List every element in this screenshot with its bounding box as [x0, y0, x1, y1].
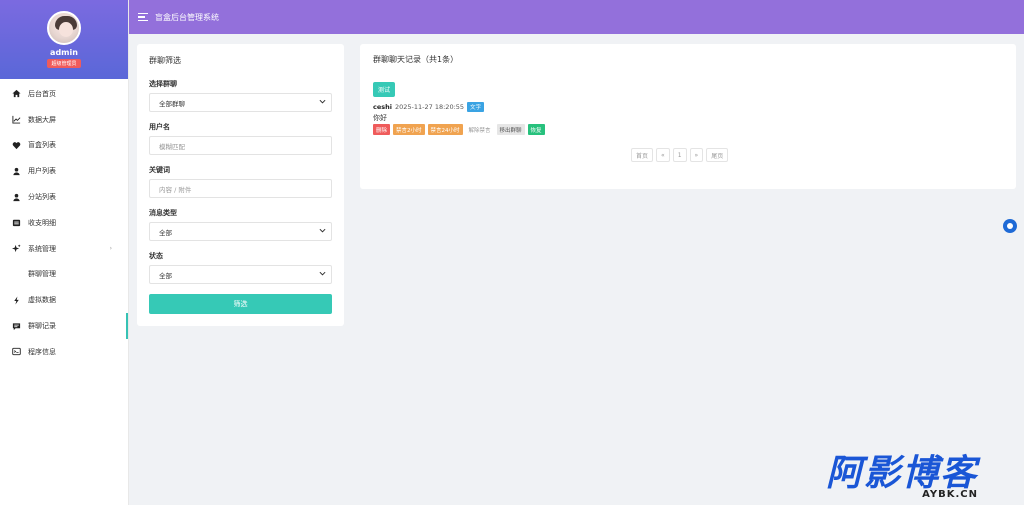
- remove-from-group-button[interactable]: 移出群聊: [496, 124, 525, 135]
- app-title: 盲盒后台管理系统: [155, 12, 219, 22]
- menu-toggle-icon[interactable]: [138, 13, 148, 21]
- keyword-label: 关键词: [149, 166, 170, 174]
- profile-username: admin: [50, 48, 78, 57]
- sidebar-item-label: 程序信息: [28, 347, 56, 356]
- bolt-icon: [11, 295, 21, 305]
- sidebar-item-label: 虚拟数据: [28, 296, 56, 305]
- keyword-placeholder: 内容 / 附件: [159, 185, 192, 194]
- mute-24h-button[interactable]: 禁言24小时: [427, 124, 463, 135]
- message-actions: 删除 禁言2小时 禁言24小时 解除禁言 移出群聊 恢复: [373, 124, 545, 135]
- records-title: 群聊聊天记录（共1条）: [373, 55, 459, 64]
- filter-panel: 群聊筛选 选择群聊 全部群聊 用户名 模糊匹配 关键词 内容 / 附件 消息类型…: [137, 44, 344, 326]
- sidebar-item-label: 后台首页: [28, 89, 56, 98]
- sidebar-item-finance[interactable]: 收支明细: [0, 210, 128, 236]
- terminal-icon: [11, 347, 21, 357]
- profile-card: admin 超级管理员: [0, 0, 128, 79]
- chat-icon: [11, 321, 21, 331]
- floating-chat-icon[interactable]: [1003, 219, 1017, 233]
- pager-next[interactable]: »: [689, 148, 704, 162]
- username-label: 用户名: [149, 123, 170, 131]
- status-select[interactable]: 全部: [149, 265, 332, 284]
- chevron-down-icon: [319, 228, 326, 235]
- sidebar-item-label: 盲盒列表: [28, 141, 56, 150]
- home-icon: [11, 89, 21, 99]
- message-sender: ceshi: [373, 103, 392, 111]
- message-type-value: 全部: [159, 228, 172, 237]
- message-meta: ceshi 2025-11-27 18:20:55 文字: [373, 102, 485, 112]
- user-icon: [11, 192, 21, 202]
- sidebar-item-label: 用户列表: [28, 167, 56, 176]
- username-placeholder: 模糊匹配: [159, 142, 185, 151]
- sidebar-item-label: 数据大屏: [28, 115, 56, 124]
- sidebar-item-substations[interactable]: 分站列表: [0, 184, 128, 210]
- unmute-button[interactable]: 解除禁言: [466, 124, 494, 135]
- records-panel: 群聊聊天记录（共1条）: [360, 44, 1016, 189]
- chevron-down-icon: [319, 271, 326, 278]
- user-icon: [11, 166, 21, 176]
- sidebar-item-virtual-data[interactable]: 虚拟数据: [0, 287, 128, 313]
- watermark-main: 阿影博客: [826, 453, 979, 494]
- sidebar-item-label: 收支明细: [28, 218, 56, 227]
- message-type-badge: 文字: [467, 102, 485, 112]
- group-select-value: 全部群聊: [159, 99, 185, 108]
- sidebar-item-dashboard[interactable]: 数据大屏: [0, 107, 128, 133]
- sidebar-item-label: 群聊记录: [28, 322, 56, 331]
- restore-button[interactable]: 恢复: [527, 124, 545, 135]
- heart-icon: [11, 140, 21, 150]
- sidebar-menu: 后台首页 数据大屏 盲盒列表 用户列表 分站列表 收支明细 系统管理 › 群聊管…: [0, 81, 128, 365]
- filter-panel-title: 群聊筛选: [149, 56, 181, 65]
- role-badge: 超级管理员: [47, 59, 81, 68]
- pager-prev[interactable]: «: [656, 148, 670, 162]
- message-time: 2025-11-27 18:20:55: [395, 103, 465, 111]
- pagination: 首页 « 1 » 尾页: [631, 148, 729, 162]
- wallet-icon: [11, 218, 21, 228]
- group-tag[interactable]: 测试: [373, 82, 396, 97]
- chevron-down-icon: ›: [109, 245, 112, 253]
- sidebar-item-home[interactable]: 后台首页: [0, 81, 128, 107]
- sidebar-item-label: 群聊管理: [28, 270, 56, 279]
- keyword-input[interactable]: 内容 / 附件: [149, 179, 332, 198]
- status-label: 状态: [149, 252, 163, 260]
- sidebar-item-blindbox[interactable]: 盲盒列表: [0, 133, 128, 159]
- pager-page[interactable]: 1: [672, 148, 687, 162]
- pager-last[interactable]: 尾页: [706, 148, 729, 162]
- watermark-sub: AYBK.CN: [922, 489, 979, 500]
- sidebar-item-group-manage[interactable]: 群聊管理: [0, 262, 128, 288]
- message-type-select[interactable]: 全部: [149, 222, 332, 241]
- sidebar-item-chat-records[interactable]: 群聊记录: [0, 313, 128, 339]
- message-type-label: 消息类型: [149, 209, 177, 217]
- delete-button[interactable]: 删除: [373, 124, 391, 135]
- sidebar-item-label: 分站列表: [28, 193, 56, 202]
- status-value: 全部: [159, 271, 172, 280]
- mute-2h-button[interactable]: 禁言2小时: [393, 124, 425, 135]
- sidebar-item-label: 系统管理: [28, 244, 56, 253]
- group-select-label: 选择群聊: [149, 80, 177, 88]
- pager-first[interactable]: 首页: [631, 148, 654, 162]
- sidebar: admin 超级管理员 后台首页 数据大屏 盲盒列表 用户列表 分站列表 收支明…: [0, 0, 129, 505]
- topbar: 盲盒后台管理系统: [129, 0, 1024, 34]
- sidebar-item-users[interactable]: 用户列表: [0, 158, 128, 184]
- group-select[interactable]: 全部群聊: [149, 93, 332, 112]
- chevron-down-icon: [319, 99, 326, 106]
- message-content: 你好: [373, 114, 387, 122]
- watermark-logo: 阿影博客 AYBK.CN: [826, 455, 978, 501]
- sidebar-item-system[interactable]: 系统管理 ›: [0, 236, 128, 262]
- chart-icon: [11, 115, 21, 125]
- username-input[interactable]: 模糊匹配: [149, 136, 332, 155]
- filter-submit-button[interactable]: 筛选: [149, 294, 332, 314]
- avatar[interactable]: [47, 11, 81, 45]
- sidebar-item-program-info[interactable]: 程序信息: [0, 339, 128, 365]
- sparkle-icon: [11, 244, 21, 254]
